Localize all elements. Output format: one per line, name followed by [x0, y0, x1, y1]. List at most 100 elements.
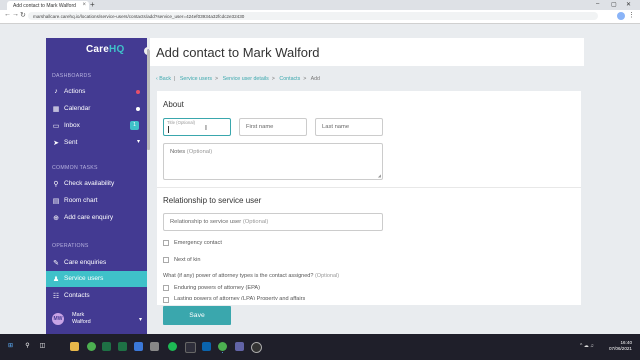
sidebar-item-care-enquiries[interactable]: ✎ Care enquiries [46, 255, 147, 271]
excel-icon[interactable] [102, 342, 111, 351]
windows-icon[interactable]: ⊞ [6, 342, 15, 351]
mail-icon[interactable] [202, 342, 211, 351]
notification-dot [136, 90, 140, 94]
status-dot [136, 107, 140, 111]
spotify-icon[interactable] [168, 342, 177, 351]
breadcrumb-current: Add [310, 76, 320, 82]
teams-purple-icon[interactable] [235, 342, 244, 351]
user-avatar[interactable]: MW [52, 313, 64, 325]
breadcrumb-service-users[interactable]: Service users [180, 76, 212, 82]
forward-icon[interactable]: → [12, 11, 19, 18]
browser-tab-title: Add contact to Mark Walford | C [13, 3, 77, 9]
close-window-icon[interactable]: ✕ [626, 1, 631, 8]
lpa-property-label: Lasting powers of attorney (LPA) Propert… [174, 296, 306, 300]
page-title: Add contact to Mark Walford [156, 45, 320, 60]
sidebar-item-label: Care enquiries [64, 259, 107, 266]
minimize-icon[interactable]: – [596, 1, 599, 7]
save-button[interactable]: Save [163, 306, 231, 325]
taskbar-clock[interactable]: 16:40 07/06/2021 [609, 340, 632, 352]
page-header: Add contact to Mark Walford [150, 38, 584, 66]
sidebar-item-label: Inbox [64, 122, 80, 129]
sidebar-item-sent[interactable]: ➤ Sent ▾ [46, 135, 147, 151]
sidebar-item-label: Check availability [64, 180, 115, 187]
section-dashboards: DASHBOARDS [52, 73, 92, 79]
service-users-icon: ♟ [52, 276, 60, 283]
title-floating-label: Title (Optional) [167, 120, 196, 125]
contacts-icon: ☷ [52, 293, 60, 300]
close-tab-icon[interactable]: × [82, 2, 86, 8]
last-name-input[interactable]: Last name [315, 118, 383, 136]
new-tab-icon[interactable]: + [90, 1, 95, 9]
back-icon[interactable]: ← [4, 11, 11, 18]
sidebar-item-actions[interactable]: ♪ Actions [46, 84, 147, 100]
teams-icon[interactable] [118, 342, 127, 351]
breadcrumb-service-user-details[interactable]: Service user details [223, 76, 269, 82]
sidebar-item-service-users[interactable]: ♟ Service users [46, 271, 147, 287]
notes-placeholder: Notes (Optional) [170, 149, 213, 155]
search-icon: ⚲ [53, 181, 59, 188]
sidebar-item-label: Service users [64, 275, 104, 282]
next-of-kin-label: Next of kin [174, 257, 201, 263]
section-common-tasks: COMMON TASKS [52, 165, 98, 171]
task-view-icon[interactable]: ◫ [38, 342, 47, 351]
outlook-icon[interactable] [185, 342, 196, 353]
title-input[interactable]: Title (Optional) I [163, 118, 231, 136]
windows-taskbar: ⊞ ⚲ ◫ ^ ☁ ♫ 16:40 07/06/2021 [0, 334, 640, 360]
profile-avatar-icon[interactable] [617, 12, 625, 20]
sidebar-item-contacts[interactable]: ☷ Contacts [46, 288, 147, 304]
sidebar-item-label: Actions [64, 88, 86, 95]
epa-label: Enduring powers of attorney (EPA) [174, 285, 261, 291]
sidebar-item-room-chart[interactable]: ▤ Room chart [46, 193, 147, 209]
search-icon[interactable]: ⚲ [23, 342, 32, 351]
maximize-icon[interactable]: ▢ [611, 1, 617, 8]
room-chart-icon: ▤ [52, 198, 60, 205]
calendar-icon: ▦ [52, 106, 60, 113]
back-link[interactable]: ‹ Back [156, 76, 171, 82]
first-name-placeholder: First name [246, 124, 274, 130]
file-explorer-icon[interactable] [70, 342, 79, 351]
relationship-heading: Relationship to service user [163, 196, 262, 205]
edge-icon[interactable] [150, 342, 159, 351]
relationship-input[interactable]: Relationship to service user (Optional) [163, 213, 383, 231]
text-caret [168, 126, 169, 133]
user-menu-chevron-icon[interactable]: ▾ [139, 316, 142, 323]
chevron-down-icon: ▾ [136, 139, 140, 145]
system-tray-icons[interactable]: ^ ☁ ♫ [580, 343, 594, 349]
sidebar-item-inbox[interactable]: ▭ Inbox 1 [46, 118, 147, 134]
reload-icon[interactable]: ↻ [20, 11, 26, 19]
notes-textarea[interactable]: Notes (Optional) ◢ [163, 143, 383, 180]
sidebar-item-add-care-enquiry[interactable]: ⊕ Add care enquiry [46, 210, 147, 226]
settings-icon[interactable] [134, 342, 143, 351]
next-of-kin-checkbox[interactable] [163, 257, 169, 263]
epa-checkbox[interactable] [163, 285, 169, 291]
browser-menu-icon[interactable]: ⋮ [628, 11, 635, 19]
chrome-active-icon[interactable] [218, 342, 227, 351]
browser-tab[interactable]: Add contact to Mark Walford | C × [7, 1, 89, 10]
first-name-input[interactable]: First name [239, 118, 307, 136]
emergency-contact-label: Emergency contact [174, 240, 222, 246]
sidebar-item-label: Room chart [64, 197, 98, 204]
section-divider [157, 187, 581, 188]
send-icon: ➤ [53, 140, 59, 147]
last-name-placeholder: Last name [322, 124, 350, 130]
sidebar-item-label: Calendar [64, 105, 91, 112]
sidebar-item-calendar[interactable]: ▦ Calendar [46, 101, 147, 117]
url-input[interactable]: marshallcare.carehq.io/locations/service… [28, 12, 598, 20]
media-icon[interactable] [251, 342, 262, 353]
sidebar-item-check-availability[interactable]: ⚲ Check availability [46, 176, 147, 192]
bell-icon: ♪ [54, 88, 58, 95]
lpa-property-checkbox[interactable] [163, 297, 169, 303]
poa-question: What (if any) power of attorney types is… [163, 273, 340, 279]
resize-handle-icon[interactable]: ◢ [378, 173, 381, 178]
inbox-count-badge: 1 [130, 121, 139, 130]
inbox-icon: ▭ [52, 123, 60, 130]
sidebar-item-label: Contacts [64, 292, 90, 299]
breadcrumb-contacts[interactable]: Contacts [279, 76, 300, 82]
user-name[interactable]: Mark Walford [72, 312, 91, 326]
carehq-logo[interactable]: CareHQ [86, 44, 124, 55]
text-cursor-icon: I [205, 125, 207, 132]
enquiries-icon: ✎ [53, 260, 59, 267]
chrome-icon[interactable] [87, 342, 96, 351]
emergency-contact-checkbox[interactable] [163, 240, 169, 246]
sidebar-item-label: Sent [64, 139, 78, 146]
